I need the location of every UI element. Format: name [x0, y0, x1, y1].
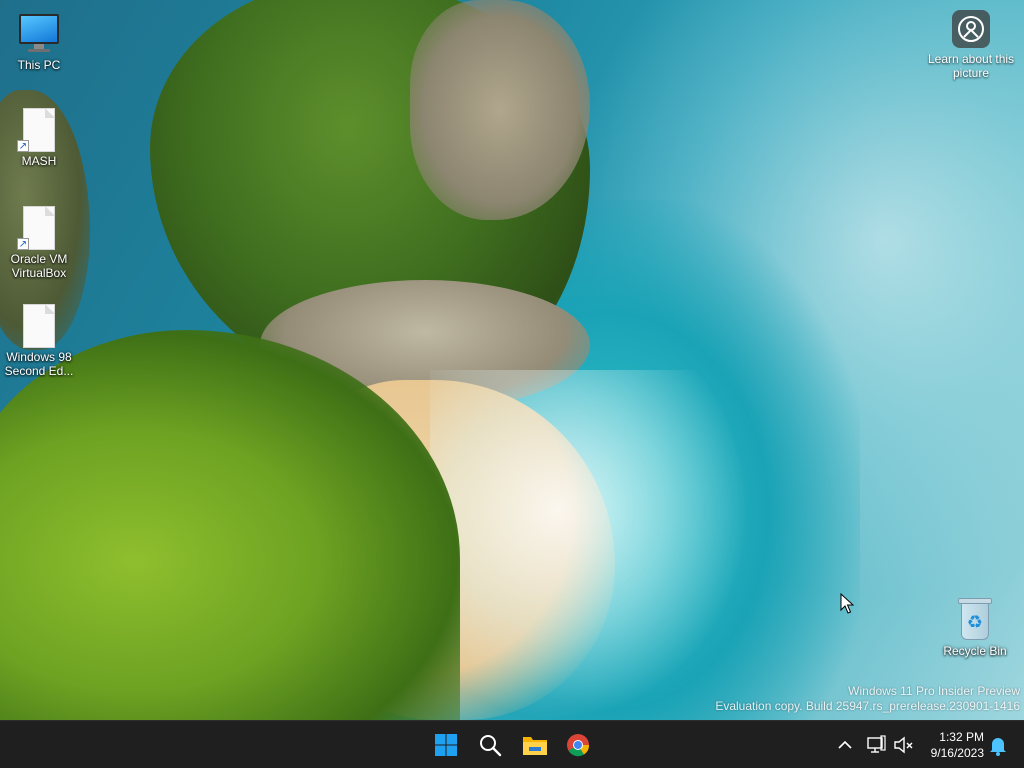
learn-about-picture[interactable]: Learn about this picture [926, 10, 1016, 80]
watermark-line1: Windows 11 Pro Insider Preview [848, 684, 1020, 698]
desktop-icon-mash[interactable]: ↗ MASH [0, 108, 78, 168]
desktop[interactable]: This PC ↗ MASH ↗ Oracle VM VirtualBox Wi… [0, 0, 1024, 720]
shortcut-arrow-icon: ↗ [17, 238, 29, 250]
recycle-bin-icon: ♻ [953, 598, 997, 642]
desktop-icon-windows98[interactable]: Windows 98 Second Ed... [0, 304, 78, 378]
desktop-icon-this-pc[interactable]: This PC [0, 12, 78, 72]
network-icon[interactable] [864, 733, 888, 757]
taskbar-clock[interactable]: 1:32 PM 9/16/2023 [920, 729, 984, 761]
camera-location-icon [952, 10, 990, 48]
desktop-icon-label: Recycle Bin [943, 644, 1007, 658]
build-watermark: Windows 11 Pro Insider Preview Evaluatio… [715, 684, 1020, 714]
notification-bell-icon[interactable] [986, 733, 1010, 757]
document-icon [17, 304, 61, 348]
desktop-icon-recycle-bin[interactable]: ♻ Recycle Bin [936, 598, 1014, 658]
desktop-icon-virtualbox[interactable]: ↗ Oracle VM VirtualBox [0, 206, 78, 280]
search-icon [480, 735, 502, 757]
volume-muted-icon[interactable] [892, 733, 916, 757]
file-explorer-button[interactable] [514, 725, 554, 765]
clock-date: 9/16/2023 [930, 746, 984, 760]
desktop-icon-label: Oracle VM VirtualBox [10, 252, 68, 280]
monitor-icon [17, 12, 61, 56]
desktop-icon-label: This PC [17, 58, 61, 72]
start-button[interactable] [426, 725, 466, 765]
wallpaper-surf [430, 370, 750, 720]
chrome-icon [567, 734, 590, 757]
clock-time: 1:32 PM [939, 730, 984, 744]
desktop-icon-label: MASH [21, 154, 57, 168]
shortcut-arrow-icon: ↗ [17, 140, 29, 152]
document-icon: ↗ [17, 206, 61, 250]
watermark-line2: Evaluation copy. Build 25947.rs_prerelea… [715, 699, 1020, 713]
desktop-icon-label: Windows 98 Second Ed... [4, 350, 74, 378]
learn-about-label: Learn about this picture [927, 52, 1015, 80]
chrome-button[interactable] [558, 725, 598, 765]
windows-start-icon [435, 734, 457, 756]
search-button[interactable] [470, 725, 510, 765]
chevron-up-icon[interactable] [834, 733, 856, 757]
document-icon: ↗ [17, 108, 61, 152]
folder-icon [523, 737, 547, 755]
taskbar: 1:32 PM 9/16/2023 [0, 720, 1024, 768]
mouse-pointer-icon [840, 592, 855, 620]
